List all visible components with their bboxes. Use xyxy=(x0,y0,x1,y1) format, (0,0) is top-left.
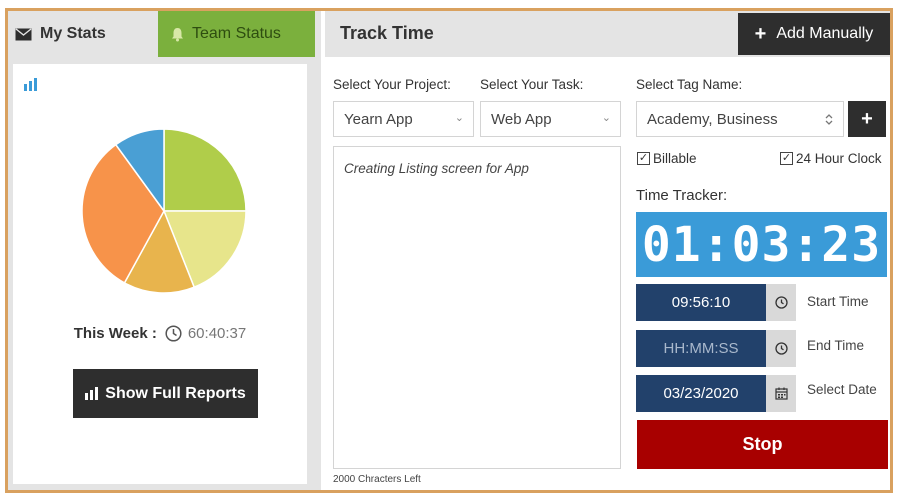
bar-chart-icon[interactable] xyxy=(24,78,38,91)
page-title: Track Time xyxy=(340,23,434,43)
billable-checkbox[interactable]: ✓ Billable xyxy=(637,151,697,166)
checkmark-icon: ✓ xyxy=(780,152,793,165)
weekly-pie-chart xyxy=(81,128,247,294)
clock-icon[interactable] xyxy=(766,330,796,367)
select-date-label: Select Date xyxy=(807,382,877,397)
show-full-reports-label: Show Full Reports xyxy=(105,384,246,402)
bell-icon xyxy=(172,27,183,41)
tab-my-stats[interactable]: My Stats xyxy=(8,11,158,57)
app-frame: My Stats Team Status This Week : 60:40:3… xyxy=(5,8,893,493)
characters-left: 2000 Chracters Left xyxy=(333,474,421,485)
pie-slice-1 xyxy=(163,128,247,212)
tag-select-value: Academy, Business xyxy=(647,110,778,128)
select-date-field[interactable]: 03/23/2020 xyxy=(636,375,796,412)
select-date-value: 03/23/2020 xyxy=(636,375,766,412)
stats-card: This Week : 60:40:37 Show Full Reports xyxy=(13,64,307,484)
project-label: Select Your Project: xyxy=(333,77,451,92)
clock-icon xyxy=(165,325,182,342)
start-time-value: 09:56:10 xyxy=(636,284,766,321)
task-select-value: Web App xyxy=(491,110,552,128)
tag-select[interactable]: Academy, Business xyxy=(636,101,844,137)
clock-icon[interactable] xyxy=(766,284,796,321)
tab-team-status-label: Team Status xyxy=(192,25,281,42)
this-week-label: This Week : xyxy=(73,325,157,342)
plus-icon: + xyxy=(861,107,873,130)
time-tracker-display: 01:03:23 xyxy=(636,212,887,277)
time-tracker-label: Time Tracker: xyxy=(636,187,728,204)
end-time-label: End Time xyxy=(807,338,865,353)
billable-label: Billable xyxy=(653,151,697,166)
tab-team-status[interactable]: Team Status xyxy=(158,11,315,57)
end-time-field[interactable]: HH:MM:SS xyxy=(636,330,796,367)
stop-button[interactable]: Stop xyxy=(637,420,888,469)
task-label: Select Your Task: xyxy=(480,77,584,92)
start-time-field[interactable]: 09:56:10 xyxy=(636,284,796,321)
sort-arrows-icon xyxy=(825,114,833,125)
add-manually-button[interactable]: + Add Manually xyxy=(738,13,890,55)
this-week-value: 60:40:37 xyxy=(187,325,247,342)
task-select[interactable]: Web App ⌄ xyxy=(480,101,621,137)
tab-my-stats-label: My Stats xyxy=(40,25,106,42)
show-full-reports-button[interactable]: Show Full Reports xyxy=(73,369,258,418)
24-hour-clock-label: 24 Hour Clock xyxy=(796,151,882,166)
bar-chart-icon xyxy=(85,387,99,400)
stats-panel: My Stats Team Status This Week : 60:40:3… xyxy=(8,11,321,490)
chevron-down-icon: ⌄ xyxy=(601,112,611,124)
checkmark-icon: ✓ xyxy=(637,152,650,165)
description-input[interactable]: Creating Listing screen for App xyxy=(333,146,621,469)
track-time-header: Track Time + Add Manually xyxy=(325,11,890,57)
end-time-value: HH:MM:SS xyxy=(636,330,766,367)
calendar-icon[interactable] xyxy=(766,375,796,412)
add-tag-button[interactable]: + xyxy=(848,101,886,137)
envelope-icon xyxy=(15,27,32,40)
24-hour-clock-checkbox[interactable]: ✓ 24 Hour Clock xyxy=(780,151,882,166)
this-week-summary: This Week : 60:40:37 xyxy=(13,325,307,342)
track-time-panel: Track Time + Add Manually Select Your Pr… xyxy=(325,11,890,490)
time-tracker-value: 01:03:23 xyxy=(641,216,882,273)
start-time-label: Start Time xyxy=(807,294,869,309)
plus-icon: + xyxy=(754,22,767,45)
project-select-value: Yearn App xyxy=(344,110,413,128)
project-select[interactable]: Yearn App ⌄ xyxy=(333,101,474,137)
tag-label: Select Tag Name: xyxy=(636,77,743,92)
add-manually-label: Add Manually xyxy=(776,25,874,42)
chevron-down-icon: ⌄ xyxy=(454,112,464,124)
